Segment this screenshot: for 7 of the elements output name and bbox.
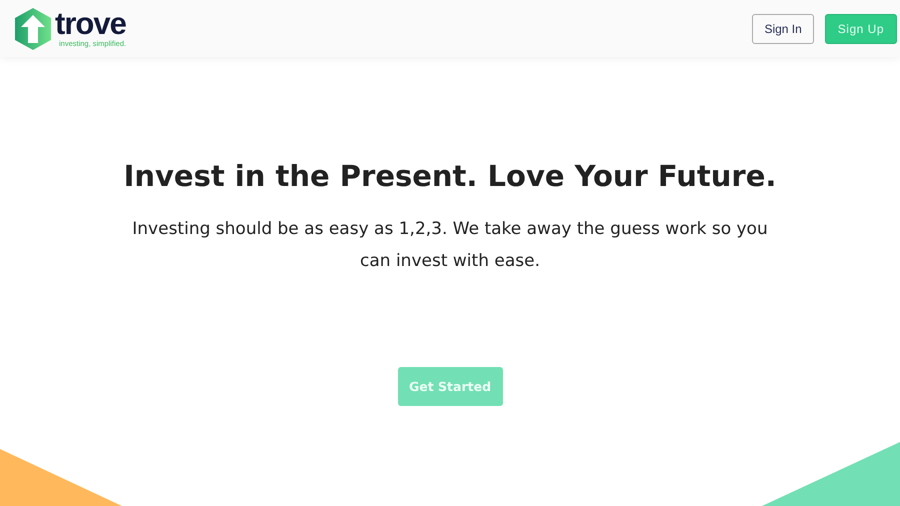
logo-arrow-icon xyxy=(14,6,52,50)
get-started-button[interactable]: Get Started xyxy=(398,367,502,406)
hero-title: Invest in the Present. Love Your Future. xyxy=(124,159,776,193)
logo-name: trove xyxy=(55,9,126,39)
sign-in-button[interactable]: Sign In xyxy=(752,14,814,44)
hero-text: Investing should be as easy as 1,2,3. We take away the guess work so you can invest with ease. xyxy=(131,218,769,273)
sign-up-button[interactable]: Sign Up xyxy=(824,14,897,44)
